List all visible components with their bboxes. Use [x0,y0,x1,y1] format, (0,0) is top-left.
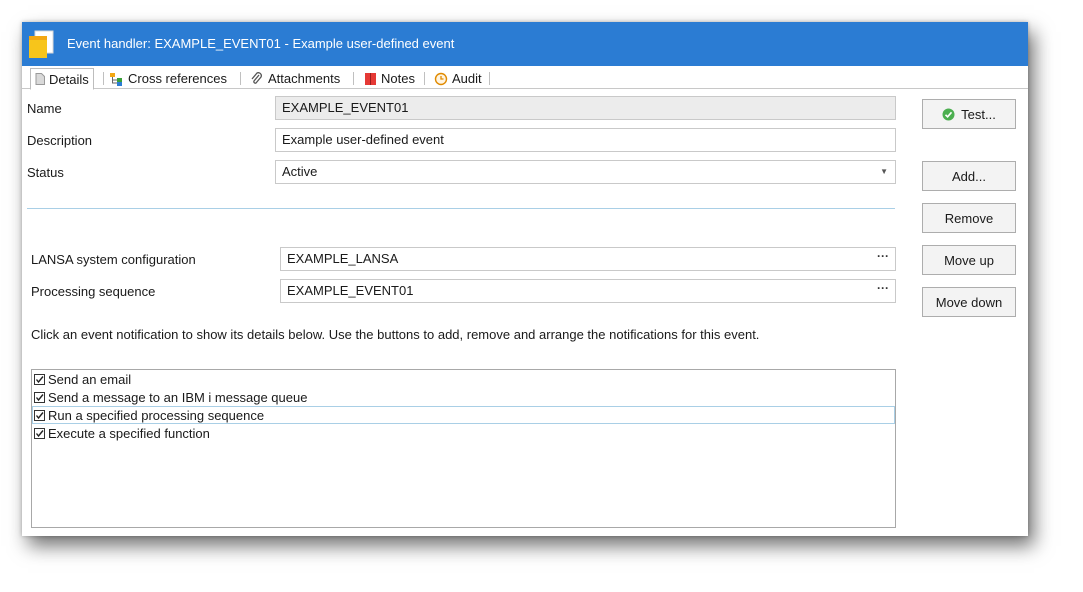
list-item-label: Send a message to an IBM i message queue [48,389,308,405]
move-down-button-label: Move down [935,294,1003,310]
instructions-text: Click an event notification to show its … [31,327,760,342]
status-value: Active [282,164,318,179]
checkbox[interactable] [34,409,45,421]
list-item-label: Run a specified processing sequence [48,407,265,423]
remove-button-label: Remove [944,210,994,226]
list-item[interactable]: Send an email [32,370,895,388]
list-item[interactable]: Run a specified processing sequence [32,406,895,424]
history-icon [434,72,448,85]
checkbox[interactable] [34,391,45,403]
tab-cross-references-label: Cross references [128,71,227,86]
check-icon [35,429,44,437]
tree-icon [110,72,122,86]
tab-details-label: Details [49,71,89,87]
browse-icon[interactable]: ··· [877,277,889,299]
check-icon [35,393,44,401]
list-item[interactable]: Execute a specified function [32,424,895,442]
move-up-button[interactable]: Move up [922,245,1016,275]
lansa-config-value: EXAMPLE_LANSA [287,251,399,266]
checkbox[interactable] [34,427,45,439]
tab-separator [240,72,241,85]
lansa-config-field[interactable]: EXAMPLE_LANSA ··· [280,247,896,271]
window-title: Event handler: EXAMPLE_EVENT01 - Example… [67,36,455,51]
list-item-label: Send an email [48,371,132,387]
add-button-label: Add... [952,168,986,184]
event-handler-icon [26,28,56,60]
tab-separator [424,72,425,85]
lansa-config-label: LANSA system configuration [31,252,196,267]
description-field[interactable]: Example user-defined event [275,128,896,152]
book-icon [365,72,376,85]
event-handler-window: Event handler: EXAMPLE_EVENT01 - Example… [22,22,1028,536]
chevron-down-icon: ▼ [880,167,888,176]
notifications-list[interactable]: Send an email Send a message to an IBM i… [31,369,896,528]
add-button[interactable]: Add... [922,161,1016,191]
test-button[interactable]: Test... [922,99,1016,129]
tab-details[interactable]: Details [30,68,94,90]
move-up-button-label: Move up [944,252,994,268]
tab-notes-label: Notes [381,71,415,86]
tab-attachments[interactable]: Attachments [250,69,340,88]
check-circle-icon [942,108,955,120]
tab-audit-label: Audit [452,71,482,86]
status-label: Status [27,165,64,180]
list-item-label: Execute a specified function [48,425,210,441]
section-divider [27,208,895,209]
browse-icon[interactable]: ··· [877,245,889,267]
check-icon [35,375,44,383]
remove-button[interactable]: Remove [922,203,1016,233]
test-button-label: Test... [961,106,996,122]
name-label: Name [27,101,62,116]
checkbox[interactable] [34,373,45,385]
title-bar: Event handler: EXAMPLE_EVENT01 - Example… [22,22,1028,66]
tab-audit[interactable]: Audit [434,69,482,88]
tab-attachments-label: Attachments [268,71,341,86]
processing-sequence-label: Processing sequence [31,284,156,299]
move-down-button[interactable]: Move down [922,287,1016,317]
tab-separator [353,72,354,85]
description-label: Description [27,133,93,148]
paperclip-icon [251,71,262,84]
name-field[interactable]: EXAMPLE_EVENT01 [275,96,896,120]
tab-cross-references[interactable]: Cross references [110,69,227,88]
tab-separator [103,72,104,85]
list-item[interactable]: Send a message to an IBM i message queue [32,388,895,406]
check-icon [35,411,44,419]
tab-bar: Details Cross references Attachments Not… [22,66,1028,90]
processing-sequence-field[interactable]: EXAMPLE_EVENT01 ··· [280,279,896,303]
processing-sequence-value: EXAMPLE_EVENT01 [287,283,414,298]
document-icon [35,73,45,85]
tab-separator [489,72,490,85]
tab-notes[interactable]: Notes [364,69,415,88]
status-dropdown[interactable]: Active ▼ [275,160,896,184]
